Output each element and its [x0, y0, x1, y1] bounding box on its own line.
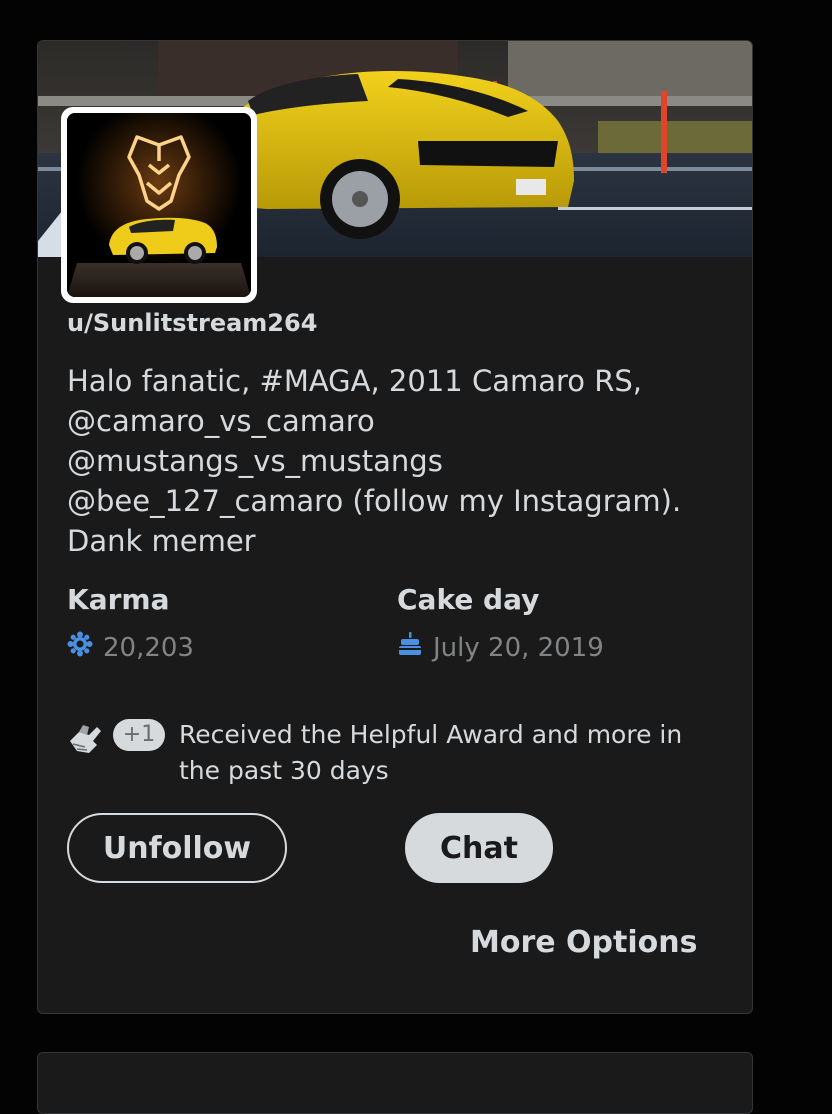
cakeday-label: Cake day: [397, 583, 540, 616]
cakeday-value: July 20, 2019: [433, 632, 604, 663]
profile-username: u/Sunlitstream264: [67, 309, 318, 337]
avatar-image: [67, 113, 251, 297]
chat-button[interactable]: Chat: [405, 813, 553, 883]
unfollow-button[interactable]: Unfollow: [67, 813, 287, 883]
cakeday-value-row: July 20, 2019: [397, 631, 604, 664]
karma-value-row: 20,203: [67, 631, 194, 664]
helpful-award-icon: [67, 721, 103, 755]
avatar[interactable]: [61, 107, 257, 303]
recent-awards[interactable]: +1 Received the Helpful Award and more i…: [67, 717, 717, 797]
award-count-badge: +1: [113, 719, 165, 751]
profile-card: u/Sunlitstream264 Halo fanatic, #MAGA, 2…: [37, 40, 753, 1014]
award-description: Received the Helpful Award and more in t…: [179, 720, 683, 785]
profile-bio: Halo fanatic, #MAGA, 2011 Camaro RS, @ca…: [67, 364, 682, 558]
more-options-button[interactable]: More Options: [470, 925, 697, 960]
next-card: [37, 1052, 753, 1114]
karma-value: 20,203: [103, 632, 194, 663]
karma-label: Karma: [67, 583, 170, 616]
cake-icon: [397, 631, 423, 664]
karma-flower-icon: [67, 631, 93, 664]
